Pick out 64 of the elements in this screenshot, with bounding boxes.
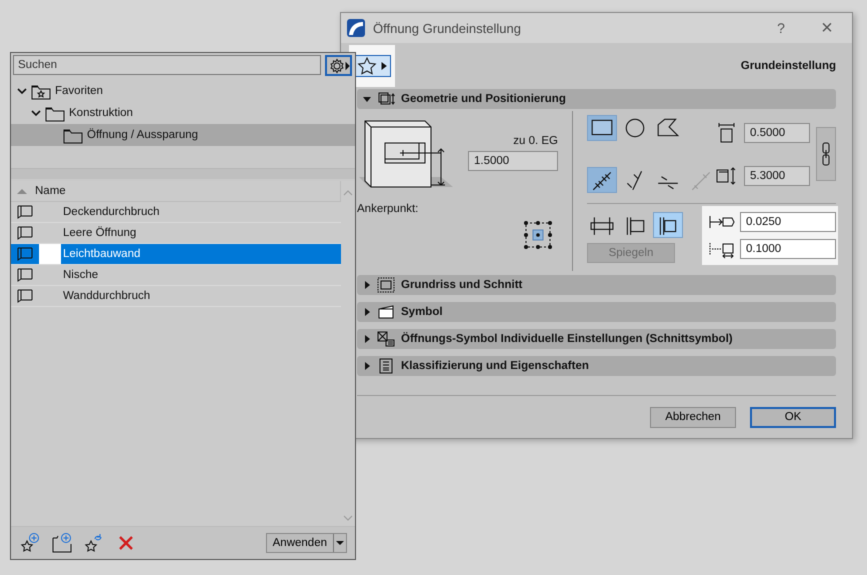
door-icon [15,204,35,220]
width-field[interactable]: 0.5000 [744,122,810,143]
list-item[interactable]: Leichtbauwand [11,244,341,265]
add-favorite-icon[interactable] [19,532,41,554]
tree-item[interactable]: Öffnung / Aussparung [11,124,355,146]
expand-icon[interactable] [363,362,371,370]
expand-icon[interactable] [363,308,371,316]
help-button[interactable]: ? [762,20,800,36]
favorites-button[interactable] [353,55,391,77]
width-icon [716,122,736,144]
height-icon [716,166,738,186]
search-field[interactable]: Suchen [13,55,321,75]
placement-icon[interactable] [653,212,683,238]
door-icon [15,288,35,304]
cancel-button[interactable]: Abbrechen [650,406,736,428]
app-logo-icon [347,19,365,37]
column-header[interactable]: Name [35,185,66,197]
orientation-icon[interactable] [587,167,617,193]
link-button[interactable] [816,127,836,181]
preset-name: Grundeinstellung [740,60,836,72]
anchor-point-picker[interactable] [522,219,554,251]
anchor-label: Ankerpunkt: [357,203,420,215]
section-header[interactable]: Grundriss und Schnitt [357,275,836,295]
offset-field[interactable]: 0.1000 [740,239,836,259]
settings-button[interactable] [325,55,352,76]
section-icon [377,331,395,347]
folder-icon [45,104,65,122]
close-button[interactable]: × [808,16,846,40]
section-icon [377,304,395,320]
expand-icon[interactable] [363,335,371,343]
new-folder-icon[interactable] [51,532,73,554]
section-icon [377,91,395,107]
list-item[interactable]: Wanddurchbruch [11,286,341,307]
door-icon [15,246,35,262]
ok-button[interactable]: OK [750,406,836,428]
height-field[interactable]: 5.3000 [744,166,810,186]
chain-icon [821,142,831,166]
section-icon [377,358,395,374]
star-icon [355,56,389,76]
section-header[interactable]: Symbol [357,302,836,322]
folder-icon [63,126,83,144]
door-icon [15,225,35,241]
dropdown-arrow-icon[interactable] [336,540,344,546]
window-title: Öffnung Grundeinstellung [373,20,522,36]
elevation-field[interactable]: 1.5000 [468,151,558,171]
star-folder-icon [31,82,51,100]
section-header[interactable]: Geometrie und Positionierung [357,89,836,109]
collapse-icon[interactable] [363,95,371,103]
door-icon [15,267,35,283]
elevation-label: zu 0. EG [513,135,558,147]
chevron-icon[interactable] [31,108,41,118]
list-item[interactable]: Deckendurchbruch [11,202,341,223]
section-icon [377,277,395,293]
gear-icon [328,58,350,74]
section-header[interactable]: Öffnungs-Symbol Individuelle Einstellungen (Schnittsymbol) [357,329,836,349]
tree-item[interactable]: Konstruktion [11,102,355,124]
offset-field[interactable]: 0.0250 [740,212,836,232]
chevron-icon[interactable] [17,86,27,96]
section-header[interactable]: Klassifizierung und Eigenschaften [357,356,836,376]
tree-item[interactable]: Favoriten [11,80,355,102]
rectangle-icon[interactable] [587,115,617,141]
expand-icon[interactable] [363,281,371,289]
apply-button[interactable]: Anwenden [266,533,347,553]
list-item[interactable]: Nische [11,265,341,286]
